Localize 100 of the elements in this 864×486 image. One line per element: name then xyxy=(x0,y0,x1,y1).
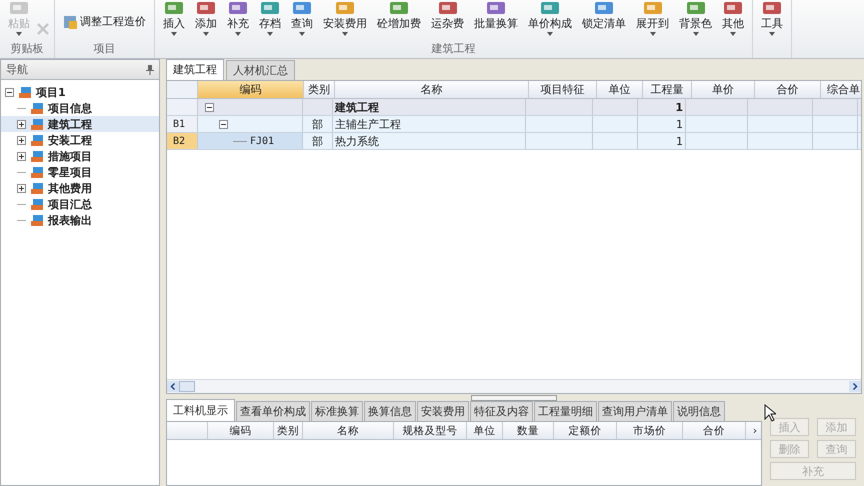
tile-icon xyxy=(723,1,743,15)
ribbon-button[interactable]: 安装费用 xyxy=(319,0,371,37)
tree-item[interactable]: 报表输出 xyxy=(1,212,159,228)
ribbon-button[interactable]: 砼增加费 xyxy=(373,0,425,32)
stack-icon xyxy=(30,198,44,210)
tab[interactable]: 工程量明细 xyxy=(534,401,597,421)
table-cell: 部 xyxy=(303,116,333,132)
table-cell: 1 xyxy=(638,116,686,132)
row-header[interactable]: B1 xyxy=(167,116,198,132)
column-header[interactable]: 类别 xyxy=(274,422,303,439)
tab[interactable]: 人材机汇总 xyxy=(226,60,295,80)
column-header[interactable]: 合价 xyxy=(683,422,746,439)
group-label: 项目 xyxy=(94,41,116,57)
column-header[interactable]: 定额价 xyxy=(554,422,617,439)
tile-icon xyxy=(228,1,248,15)
ribbon-button[interactable]: 批量换算 xyxy=(470,0,522,32)
column-header[interactable]: 工程量 xyxy=(643,81,692,98)
tile-icon xyxy=(9,1,29,15)
column-header[interactable]: 合价 xyxy=(755,81,821,98)
minus-icon[interactable] xyxy=(5,88,14,96)
ribbon-button[interactable]: 展开到 xyxy=(632,0,673,37)
ribbon-button[interactable]: 补充 xyxy=(223,0,253,37)
column-header[interactable]: 单位 xyxy=(597,81,643,98)
tile-icon xyxy=(389,1,409,15)
column-header[interactable]: 名称 xyxy=(303,422,394,439)
tree-item[interactable]: 零星项目 xyxy=(1,164,159,180)
stack-icon xyxy=(30,118,44,130)
ribbon-button[interactable]: 查询 xyxy=(287,0,317,37)
tab[interactable]: 查看单价构成 xyxy=(236,401,310,421)
tile-icon xyxy=(260,1,280,15)
scroll-thumb[interactable] xyxy=(179,381,195,392)
stack-icon xyxy=(30,214,44,226)
column-header[interactable]: 单价 xyxy=(692,81,755,98)
tab[interactable]: 安装费用 xyxy=(417,401,469,421)
ribbon-button[interactable]: 插入 xyxy=(159,0,189,37)
tree-item[interactable]: 项目汇总 xyxy=(1,196,159,212)
splitter-handle[interactable] xyxy=(471,395,557,401)
column-header[interactable]: 市场价 xyxy=(617,422,683,439)
column-header[interactable]: 名称 xyxy=(335,81,529,98)
table-cell: FJ01 xyxy=(198,133,303,149)
tab[interactable]: 标准换算 xyxy=(311,401,363,421)
table-cell: 1 xyxy=(638,133,686,149)
tab[interactable]: 特征及内容 xyxy=(470,401,533,421)
minus-icon[interactable] xyxy=(205,102,214,112)
ribbon-button[interactable]: 锁定清单 xyxy=(578,0,630,32)
tile-icon xyxy=(594,1,614,15)
panel-title: 导航 xyxy=(6,62,28,77)
column-header[interactable]: 单位 xyxy=(467,422,503,439)
tile-icon xyxy=(642,1,662,15)
column-header[interactable]: 类别 xyxy=(304,81,335,98)
tab[interactable]: 说明信息 xyxy=(673,401,725,421)
stack-icon xyxy=(18,86,32,98)
plus-icon[interactable] xyxy=(17,136,26,144)
ribbon-button[interactable]: 运杂费 xyxy=(427,0,468,32)
plus-icon[interactable] xyxy=(17,184,26,192)
tab[interactable]: 查询用户清单 xyxy=(598,401,672,421)
group-label: 建筑工程 xyxy=(432,41,476,57)
ribbon-button[interactable]: 背景色 xyxy=(675,0,716,37)
stack-icon xyxy=(30,150,44,162)
tree-item[interactable]: 项目信息 xyxy=(1,100,159,116)
tree-item[interactable]: 其他费用 xyxy=(1,180,159,196)
column-header[interactable]: 项目特征 xyxy=(529,81,597,98)
tab[interactable]: 换算信息 xyxy=(364,401,416,421)
tile-icon xyxy=(196,1,216,15)
column-header[interactable]: › xyxy=(746,422,761,439)
tree-item[interactable]: 建筑工程 xyxy=(1,116,159,132)
ribbon-button[interactable]: 单价构成 xyxy=(524,0,576,37)
table-cell: 主辅生产工程 xyxy=(333,116,526,132)
tree-item[interactable]: 安装工程 xyxy=(1,132,159,148)
row-header[interactable]: B2 xyxy=(167,133,198,149)
table-cell: 部 xyxy=(303,133,333,149)
tree-item[interactable]: 措施项目 xyxy=(1,148,159,164)
table-cell: 建筑工程 xyxy=(333,99,526,115)
column-header[interactable]: 编码 xyxy=(208,422,274,439)
tab[interactable]: 建筑工程 xyxy=(166,59,224,80)
ribbon-button[interactable]: 其他 xyxy=(718,0,748,37)
stack-icon xyxy=(30,134,44,146)
ribbon-button[interactable]: 调整工程造价 xyxy=(59,12,150,31)
tile-icon xyxy=(486,1,506,15)
group-label: 剪贴板 xyxy=(10,41,44,57)
pin-icon[interactable] xyxy=(146,64,154,74)
tile-icon xyxy=(540,1,560,15)
tile-icon xyxy=(438,1,458,15)
tab[interactable]: 工料机显示 xyxy=(166,399,235,421)
chart-icon xyxy=(63,14,77,28)
column-header[interactable]: 编码 xyxy=(198,81,304,98)
plus-icon[interactable] xyxy=(17,152,26,160)
minus-icon[interactable] xyxy=(219,120,228,128)
column-header[interactable]: 综合单 xyxy=(821,81,861,98)
ribbon-button[interactable]: 存档 xyxy=(255,0,285,37)
ribbon-button[interactable]: 工具 xyxy=(757,0,787,37)
tile-icon xyxy=(335,1,355,15)
tile-icon xyxy=(292,1,312,15)
column-header[interactable]: 数量 xyxy=(503,422,554,439)
scrollbar[interactable] xyxy=(167,379,861,393)
tree-item[interactable]: 项目1 xyxy=(1,84,159,100)
ribbon-button[interactable]: 添加 xyxy=(191,0,221,37)
table-cell: 1 xyxy=(638,99,686,115)
plus-icon[interactable] xyxy=(17,120,26,128)
column-header[interactable]: 规格及型号 xyxy=(394,422,467,439)
